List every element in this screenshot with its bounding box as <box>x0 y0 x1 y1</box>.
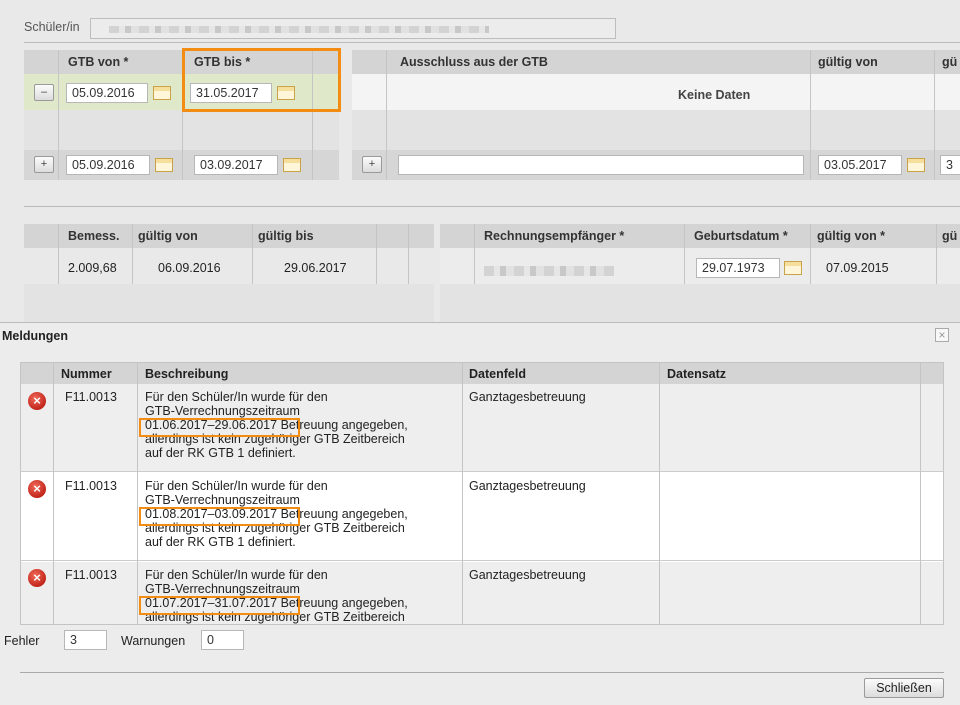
exclusion-title-header: Ausschluss aus der GTB <box>400 55 548 69</box>
highlight-gtb-to <box>182 48 341 112</box>
description-header: Beschreibung <box>145 367 229 381</box>
exclusion-valid-to-header: gü <box>942 55 958 69</box>
birthdate-field[interactable]: 29.07.1973 <box>696 258 780 278</box>
assessment-amount: 2.009,68 <box>68 261 117 275</box>
messages-table: Nummer Beschreibung Datenfeld Datensatz … <box>20 362 944 625</box>
dialog-close-icon[interactable]: × <box>935 328 949 342</box>
close-button[interactable]: Schließen <box>864 678 944 698</box>
error-icon: × <box>28 392 46 410</box>
calendar-icon[interactable] <box>155 158 173 172</box>
message-number: F11.0013 <box>65 390 117 404</box>
gtb-new-from-field[interactable]: 05.09.2016 <box>66 155 150 175</box>
exclusion-valid-from-field[interactable]: 03.05.2017 <box>818 155 902 175</box>
highlight-period <box>139 507 300 526</box>
recipient-header: Rechnungsempfänger * <box>484 229 625 243</box>
no-data-text: Keine Daten <box>678 88 751 102</box>
field-header: Datenfeld <box>469 367 526 381</box>
assessment-valid-to: 29.06.2017 <box>284 261 347 275</box>
remove-row-button[interactable]: – <box>34 84 54 101</box>
calendar-icon[interactable] <box>283 158 301 172</box>
messages-dialog: Meldungen × Nummer Beschreibung Datenfel… <box>0 322 960 705</box>
warnings-count-field: 0 <box>201 630 244 650</box>
dialog-title: Meldungen <box>2 329 68 343</box>
errors-count-field: 3 <box>64 630 107 650</box>
message-number: F11.0013 <box>65 479 117 493</box>
assessment-valid-from-header: gültig von <box>138 229 198 243</box>
recipient-name-blurred <box>484 266 614 276</box>
error-icon: × <box>28 569 46 587</box>
calendar-icon[interactable] <box>153 86 171 100</box>
recipient-table: Rechnungsempfänger * Geburtsdatum * gült… <box>440 224 960 324</box>
highlight-period <box>139 596 300 615</box>
record-header: Datensatz <box>667 367 727 381</box>
exclusion-valid-to-field[interactable]: 3 <box>940 155 960 175</box>
error-icon: × <box>28 480 46 498</box>
calendar-icon[interactable] <box>784 261 802 275</box>
gtb-from-header: GTB von * <box>68 55 129 69</box>
message-number: F11.0013 <box>65 568 117 582</box>
message-field: Ganztagesbetreuung <box>469 390 586 404</box>
assessment-amount-header: Bemess. <box>68 229 120 243</box>
birthdate-header: Geburtsdatum * <box>694 229 788 243</box>
assessment-table: Bemess. gültig von gültig bis 2.009,68 0… <box>24 224 434 324</box>
student-label: Schüler/in <box>24 20 80 34</box>
exclusion-valid-from-header: gültig von <box>818 55 878 69</box>
exclusion-reason-field[interactable] <box>398 155 804 175</box>
assessment-valid-to-header: gültig bis <box>258 229 314 243</box>
calendar-icon[interactable] <box>907 158 925 172</box>
gtb-from-field[interactable]: 05.09.2016 <box>66 83 148 103</box>
recipient-valid-to-header: gü <box>942 229 958 243</box>
recipient-valid-from: 07.09.2015 <box>826 261 889 275</box>
add-exclusion-button[interactable]: + <box>362 156 382 173</box>
errors-label: Fehler <box>4 634 40 648</box>
exclusion-table: Ausschluss aus der GTB gültig von gü Kei… <box>352 50 960 180</box>
add-row-button[interactable]: + <box>34 156 54 173</box>
message-field: Ganztagesbetreuung <box>469 479 586 493</box>
recipient-valid-from-header: gültig von * <box>817 229 886 243</box>
highlight-period <box>139 418 300 437</box>
gtb-new-to-field[interactable]: 03.09.2017 <box>194 155 278 175</box>
message-field: Ganztagesbetreuung <box>469 568 586 582</box>
number-header: Nummer <box>61 367 112 381</box>
assessment-valid-from: 06.09.2016 <box>158 261 221 275</box>
warnings-label: Warnungen <box>121 634 186 648</box>
student-name-field[interactable] <box>90 18 616 39</box>
